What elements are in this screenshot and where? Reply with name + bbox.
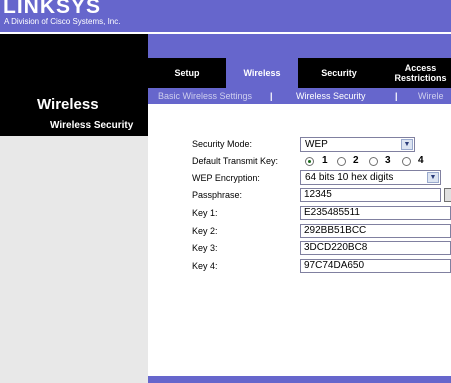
- tab-security[interactable]: Security: [298, 58, 380, 88]
- wep-encryption-label: WEP Encryption:: [192, 173, 260, 183]
- main-tab-bar: Setup Wireless Security Access Restricti…: [148, 58, 451, 88]
- key1-label: Key 1:: [192, 208, 218, 218]
- security-mode-value: WEP: [305, 139, 328, 150]
- key2-label: Key 2:: [192, 226, 218, 236]
- default-transmit-key-label: Default Transmit Key:: [192, 156, 279, 166]
- chevron-down-icon: ▼: [427, 172, 439, 183]
- key2-input[interactable]: 292BB51BCC: [300, 224, 451, 238]
- key4-input[interactable]: 97C74DA650: [300, 259, 451, 273]
- security-mode-select[interactable]: WEP ▼: [300, 137, 415, 152]
- generate-button[interactable]: [444, 188, 451, 202]
- sub-tab-bar: Basic Wireless Settings | Wireless Secur…: [148, 88, 451, 104]
- key1-input[interactable]: E235485511: [300, 206, 451, 220]
- section-banner: Wireless: [0, 34, 148, 116]
- passphrase-label: Passphrase:: [192, 190, 243, 200]
- subtab-wireless-more[interactable]: Wirele: [418, 91, 444, 101]
- key4-label: Key 4:: [192, 261, 218, 271]
- transmit-key-option-2: 2: [353, 155, 359, 166]
- transmit-key-radio-4[interactable]: [402, 157, 411, 166]
- subtab-basic-wireless-settings[interactable]: Basic Wireless Settings: [158, 91, 252, 101]
- passphrase-input[interactable]: 12345: [300, 188, 441, 202]
- tab-wireless[interactable]: Wireless: [226, 58, 298, 88]
- tab-setup[interactable]: Setup: [148, 58, 226, 88]
- transmit-key-radio-1[interactable]: [305, 157, 314, 166]
- tab-access-restrictions[interactable]: Access Restrictions: [380, 58, 451, 88]
- security-mode-label: Security Mode:: [192, 139, 253, 149]
- transmit-key-option-3: 3: [385, 155, 391, 166]
- chevron-down-icon: ▼: [401, 139, 413, 150]
- transmit-key-radio-3[interactable]: [369, 157, 378, 166]
- wep-encryption-value: 64 bits 10 hex digits: [305, 172, 394, 183]
- transmit-key-radio-2[interactable]: [337, 157, 346, 166]
- section-title: Wireless: [37, 96, 99, 113]
- top-accent-strip: [148, 34, 451, 58]
- subtab-spacer: [148, 104, 451, 116]
- transmit-key-option-4: 4: [418, 155, 424, 166]
- left-panel-title: Wireless Security: [50, 120, 134, 131]
- key3-input[interactable]: 3DCD220BC8: [300, 241, 451, 255]
- key3-label: Key 3:: [192, 243, 218, 253]
- header-bar: LINKSYS A Division of Cisco Systems, Inc…: [0, 0, 451, 32]
- wep-encryption-select[interactable]: 64 bits 10 hex digits ▼: [300, 170, 441, 185]
- subtab-separator: |: [395, 91, 398, 101]
- transmit-key-option-1: 1: [322, 155, 328, 166]
- bottom-bar: [148, 376, 451, 383]
- subtab-wireless-security[interactable]: Wireless Security: [296, 91, 366, 101]
- subtab-separator: |: [270, 91, 273, 101]
- logo-subtitle: A Division of Cisco Systems, Inc.: [4, 17, 121, 26]
- left-panel: [0, 116, 148, 383]
